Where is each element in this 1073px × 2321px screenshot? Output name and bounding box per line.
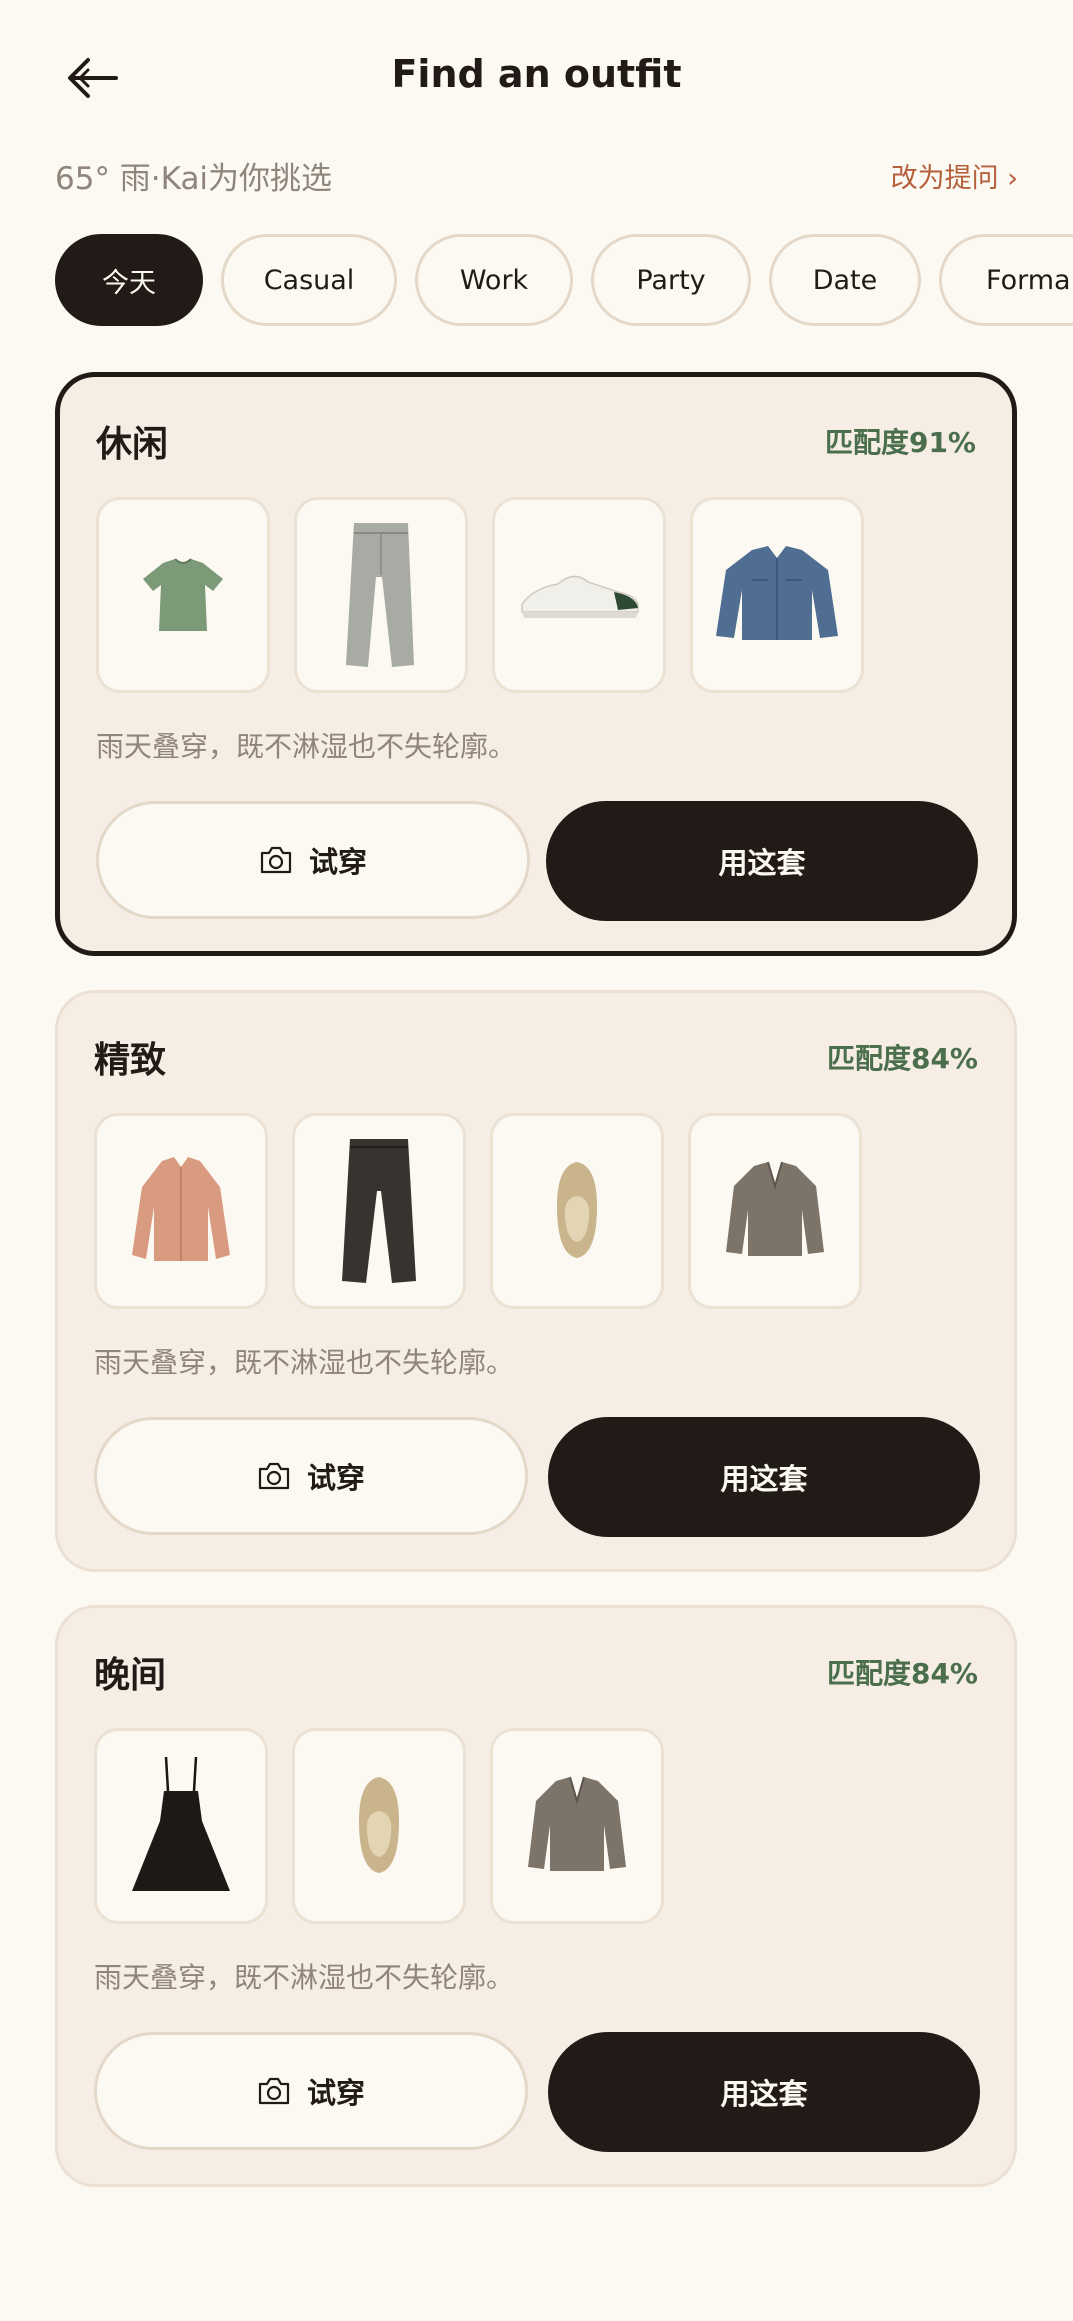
outfit-items — [96, 497, 864, 693]
match-score: 匹配度91% — [824, 426, 976, 459]
match-score: 匹配度84% — [826, 1657, 978, 1690]
try-on-label: 试穿 — [308, 845, 367, 879]
chip-work[interactable]: Work — [415, 234, 573, 326]
try-on-button[interactable]: 试穿 — [96, 801, 530, 919]
trousers-icon — [342, 1139, 416, 1283]
use-outfit-button[interactable]: 用这套 — [546, 801, 978, 921]
blazer-icon — [726, 1161, 824, 1256]
chip-date[interactable]: Date — [769, 234, 921, 326]
flat-shoe-icon — [557, 1162, 597, 1258]
match-score: 匹配度84% — [826, 1042, 978, 1075]
weather-context: 65° 雨·Kai为你挑选 — [55, 160, 333, 197]
use-outfit-button[interactable]: 用这套 — [548, 1417, 980, 1537]
tshirt-icon — [143, 558, 223, 631]
camera-icon — [260, 846, 292, 874]
outfit-note: 雨天叠穿，既不淋湿也不失轮廓。 — [96, 730, 517, 763]
item-grey-jeans[interactable] — [294, 497, 468, 693]
outfit-items — [94, 1113, 862, 1309]
item-tweed-blazer[interactable] — [490, 1728, 664, 1924]
item-peach-blouse[interactable] — [94, 1113, 268, 1309]
outfit-title: 精致 — [94, 1040, 167, 1081]
camera-icon — [258, 1462, 290, 1490]
item-dark-trousers[interactable] — [292, 1113, 466, 1309]
chip-party[interactable]: Party — [591, 234, 751, 326]
card-header: 精致 匹配度84% — [94, 1029, 978, 1085]
context-row: 65° 雨·Kai为你挑选 改为提问 › — [55, 150, 1018, 200]
flat-shoe-icon — [359, 1777, 399, 1873]
try-on-label: 试穿 — [306, 1461, 365, 1495]
item-beige-flat[interactable] — [490, 1113, 664, 1309]
outfit-card-refined[interactable]: 精致 匹配度84% 雨天叠穿，既不淋湿也不失轮廓。 试穿 用这套 — [55, 990, 1017, 1572]
chip-today[interactable]: 今天 — [55, 234, 203, 326]
blazer-icon — [528, 1776, 626, 1871]
outfit-card-casual[interactable]: 休闲 匹配度91% 雨天叠穿，既不淋湿也不失轮廓。 试穿 用这套 — [55, 372, 1017, 956]
outfit-title: 休闲 — [96, 424, 169, 465]
outfit-card-evening[interactable]: 晚间 匹配度84% 雨天叠穿，既不淋湿也不失轮廓。 试穿 用这套 — [55, 1605, 1017, 2187]
outfit-note: 雨天叠穿，既不淋湿也不失轮廓。 — [94, 1346, 515, 1379]
use-outfit-button[interactable]: 用这套 — [548, 2032, 980, 2152]
blouse-icon — [132, 1157, 230, 1261]
outfit-note: 雨天叠穿，既不淋湿也不失轮廓。 — [94, 1961, 515, 1994]
item-black-slip-dress[interactable] — [94, 1728, 268, 1924]
jeans-icon — [346, 523, 414, 667]
item-white-sneaker[interactable] — [492, 497, 666, 693]
switch-to-ask-link[interactable]: 改为提问 › — [891, 156, 1018, 195]
card-header: 休闲 匹配度91% — [96, 413, 976, 469]
try-on-button[interactable]: 试穿 — [94, 1417, 528, 1535]
dress-icon — [132, 1756, 230, 1891]
outfit-title: 晚间 — [94, 1655, 167, 1696]
sneaker-icon — [521, 575, 639, 618]
item-beige-flat[interactable] — [292, 1728, 466, 1924]
item-denim-jacket[interactable] — [690, 497, 864, 693]
jacket-icon — [716, 546, 838, 640]
chip-formal[interactable]: Forma — [939, 234, 1073, 326]
card-header: 晚间 匹配度84% — [94, 1644, 978, 1700]
header: Find an outfit — [0, 0, 1073, 160]
chip-casual[interactable]: Casual — [221, 234, 397, 326]
try-on-button[interactable]: 试穿 — [94, 2032, 528, 2150]
try-on-label: 试穿 — [306, 2076, 365, 2110]
outfit-items — [94, 1728, 664, 1924]
item-green-tshirt[interactable] — [96, 497, 270, 693]
occasion-chips: 今天 Casual Work Party Date Forma — [55, 234, 1073, 328]
item-tweed-blazer[interactable] — [688, 1113, 862, 1309]
page-title: Find an outfit — [391, 52, 682, 96]
camera-icon — [258, 2077, 290, 2105]
